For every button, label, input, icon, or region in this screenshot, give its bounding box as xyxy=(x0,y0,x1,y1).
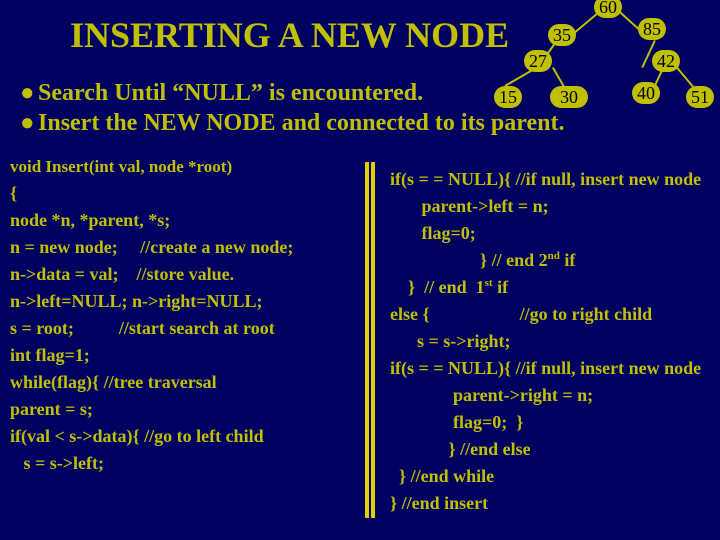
tree-node-42: 42 xyxy=(652,50,680,72)
code-line: s = s->left; xyxy=(10,450,370,477)
code-line: parent->right = n; xyxy=(390,382,720,409)
code-line: } //end else xyxy=(390,436,720,463)
code-line: parent->left = n; xyxy=(390,193,720,220)
code-line: if(s = = NULL){ //if null, insert new no… xyxy=(390,355,720,382)
code-line: { xyxy=(10,180,370,207)
code-line: n = new node; //create a new node; xyxy=(10,234,370,261)
code-right: if(s = = NULL){ //if null, insert new no… xyxy=(390,166,720,517)
bullet-2: ● Insert the NEW NODE and connected to i… xyxy=(20,108,700,138)
code-line: flag=0; } xyxy=(390,409,720,436)
tree-node-51: 51 xyxy=(686,86,714,108)
code-line: } //end insert xyxy=(390,490,720,517)
tree-node-60: 60 xyxy=(594,0,622,18)
code-fragment: } // end 1 xyxy=(390,277,485,297)
bullet-icon: ● xyxy=(20,108,35,138)
tree-node-27: 27 xyxy=(524,50,552,72)
code-left: void Insert(int val, node *root) { node … xyxy=(10,154,370,477)
tree-node-30: 30 xyxy=(550,86,588,108)
tree-node-40: 40 xyxy=(632,82,660,104)
code-line: n->left=NULL; n->right=NULL; xyxy=(10,288,370,315)
code-fragment: if xyxy=(493,277,509,297)
bullet-1: ● Search Until “NULL” is encountered. xyxy=(20,78,700,108)
code-line: node *n, *parent, *s; xyxy=(10,207,370,234)
code-line: s = root; //start search at root xyxy=(10,315,370,342)
code-line: int flag=1; xyxy=(10,342,370,369)
code-line: if(val < s->data){ //go to left child xyxy=(10,423,370,450)
bullet-2-text: Insert the NEW NODE and connected to its… xyxy=(38,110,564,136)
code-line: } // end 1st if xyxy=(390,274,720,301)
code-line: void Insert(int val, node *root) xyxy=(10,154,370,180)
code-line: else { //go to right child xyxy=(390,301,720,328)
code-fragment: } // end 2 xyxy=(390,250,548,270)
tree-node-85: 85 xyxy=(638,18,666,40)
code-line: n->data = val; //store value. xyxy=(10,261,370,288)
tree-node-15: 15 xyxy=(494,86,522,108)
code-line: } // end 2nd if xyxy=(390,247,720,274)
code-line: parent = s; xyxy=(10,396,370,423)
code-line: s = s->right; xyxy=(390,328,720,355)
divider-bar xyxy=(371,162,375,518)
code-line: while(flag){ //tree traversal xyxy=(10,369,370,396)
tree-node-35: 35 xyxy=(548,24,576,46)
bullet-list: ● Search Until “NULL” is encountered. ● … xyxy=(20,78,700,138)
code-fragment: if xyxy=(560,250,576,270)
code-line: flag=0; xyxy=(390,220,720,247)
bullet-1-text: Search Until “NULL” is encountered. xyxy=(38,80,423,106)
superscript: nd xyxy=(548,250,560,262)
superscript: st xyxy=(485,277,493,289)
code-line: } //end while xyxy=(390,463,720,490)
slide-title: INSERTING A NEW NODE xyxy=(70,14,509,56)
bullet-icon: ● xyxy=(20,78,35,108)
code-line: if(s = = NULL){ //if null, insert new no… xyxy=(390,166,720,193)
